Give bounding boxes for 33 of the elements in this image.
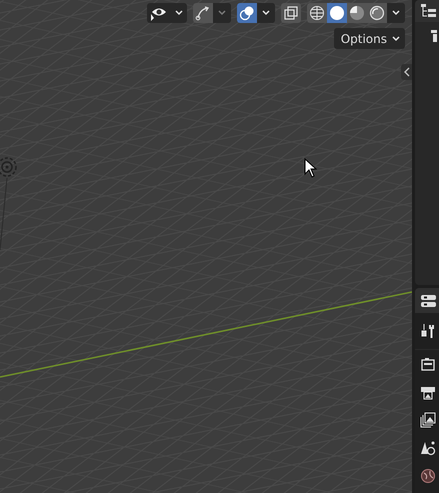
shading-mode-button[interactable] — [367, 3, 387, 23]
shading-mode-button[interactable] — [347, 3, 367, 23]
3d-cursor-icon — [0, 156, 18, 178]
options-dropdown[interactable]: Options — [334, 28, 405, 49]
caret-icon — [174, 9, 184, 17]
chevron-left-icon — [402, 67, 410, 77]
caret-icon — [261, 9, 271, 17]
collection-icon — [429, 30, 437, 42]
stacked-images-icon — [420, 412, 436, 428]
shading-mode-button[interactable] — [307, 3, 327, 23]
caret-icon — [391, 34, 401, 42]
overlapping-circles-icon — [239, 5, 255, 21]
shading-mode-button[interactable] — [327, 3, 347, 23]
caret-icon — [391, 9, 401, 17]
gizmo-toggle[interactable] — [193, 3, 213, 23]
shaded-sphere-icon — [369, 5, 385, 21]
screwdriver-wrench-icon — [420, 323, 436, 339]
wireframe-sphere-icon — [309, 5, 325, 21]
cone-sphere-icon — [420, 440, 436, 456]
xray-toggle[interactable] — [281, 3, 301, 23]
visibility-dropdown[interactable] — [147, 3, 187, 23]
outliner-tree-icon[interactable] — [419, 3, 437, 19]
overlays-toggle[interactable] — [237, 3, 257, 23]
gizmo-arrow-icon — [195, 5, 211, 21]
caret-icon — [217, 9, 227, 17]
sidebar-toggle[interactable] — [401, 64, 412, 80]
mouse-pointer-icon — [304, 158, 317, 178]
solid-sphere-icon — [329, 5, 345, 21]
overlapping-squares-icon — [283, 5, 299, 21]
properties-editor-icon[interactable] — [419, 292, 437, 308]
half-shaded-sphere-icon — [349, 5, 365, 21]
globe-icon — [420, 468, 436, 484]
printer-icon — [420, 384, 436, 400]
